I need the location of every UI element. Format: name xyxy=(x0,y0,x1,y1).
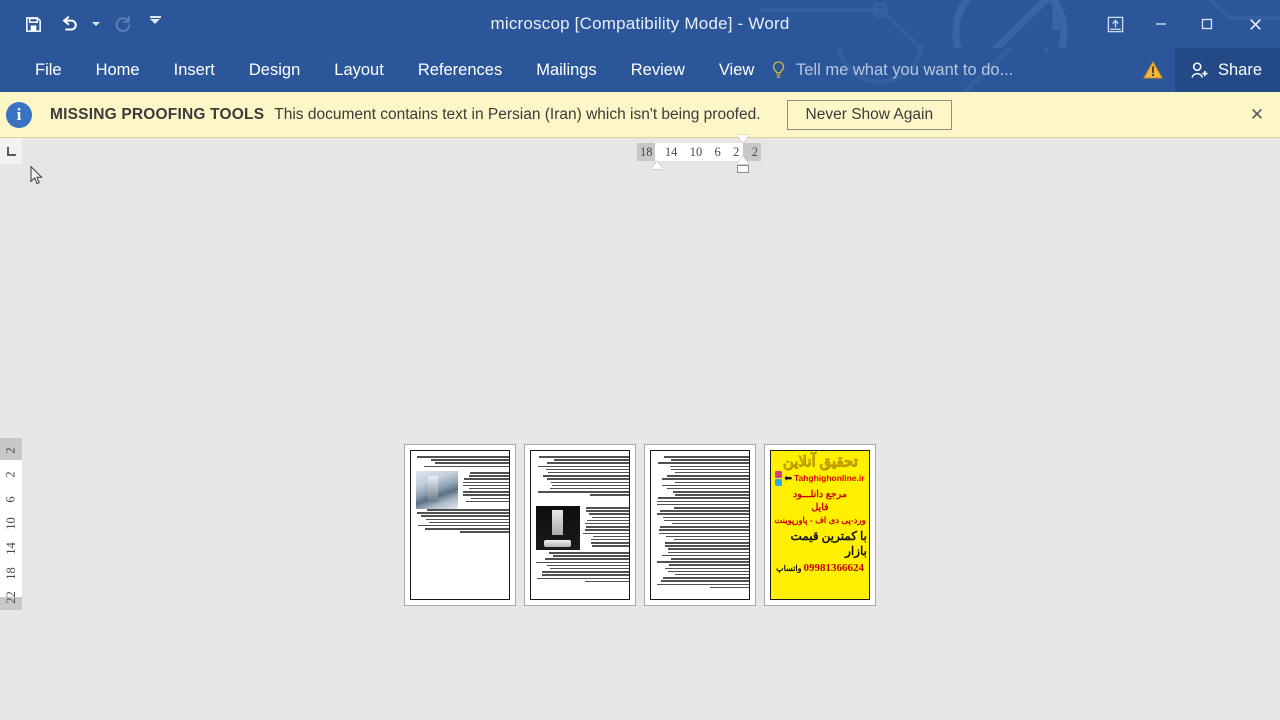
page-2-text-top xyxy=(536,456,630,497)
ad-phone-row: 09981366624 واتساپ xyxy=(776,562,864,574)
ribbon-tab-bar: File Home Insert Design Layout Reference… xyxy=(0,48,1280,92)
close-button[interactable] xyxy=(1230,0,1280,48)
tell-me-box[interactable]: Tell me what you want to do... xyxy=(770,48,1013,92)
tab-stop-selector[interactable] xyxy=(0,138,22,164)
share-button[interactable]: Share xyxy=(1175,48,1280,92)
ad-url: Tahghighonline.ir xyxy=(794,473,865,483)
lightbulb-icon xyxy=(770,60,787,80)
tab-view[interactable]: View xyxy=(702,48,771,92)
window-title: microscop [Compatibility Mode] - Word xyxy=(0,0,1280,48)
page-4-content: تحقیق آنلاین ⬅ Tahghighonline.ir مرجع دا… xyxy=(770,450,870,600)
instagram-icon xyxy=(775,471,782,478)
share-label: Share xyxy=(1218,61,1262,80)
hanging-indent-marker[interactable] xyxy=(737,156,749,164)
first-line-indent-marker[interactable] xyxy=(737,135,749,143)
page-2-text-right xyxy=(583,507,630,548)
page-3-content xyxy=(650,450,750,600)
vertical-ruler-marks: 2 2 6 10 14 18 22 xyxy=(0,438,22,610)
page-3-text xyxy=(656,456,750,590)
tab-layout[interactable]: Layout xyxy=(317,48,401,92)
page-thumbnail-4[interactable]: تحقیق آنلاین ⬅ Tahghighonline.ir مرجع دا… xyxy=(764,444,876,606)
ad-line-4: با کمترین قیمت بازار xyxy=(773,529,867,559)
never-show-again-button[interactable]: Never Show Again xyxy=(787,100,953,130)
tell-me-label: Tell me what you want to do... xyxy=(796,61,1013,80)
page-1-content xyxy=(410,450,510,600)
notification-message: This document contains text in Persian (… xyxy=(274,106,760,124)
missing-proofing-tools-bar: i MISSING PROOFING TOOLS This document c… xyxy=(0,92,1280,138)
tab-mailings[interactable]: Mailings xyxy=(519,48,614,92)
left-tab-icon xyxy=(7,147,16,156)
tab-file[interactable]: File xyxy=(18,48,79,92)
vruler-mark-6: 6 xyxy=(4,496,19,502)
ad-phone-number: 09981366624 xyxy=(803,562,864,574)
notification-title: MISSING PROOFING TOOLS xyxy=(50,106,264,124)
title-bar: microscop [Compatibility Mode] - Word xyxy=(0,0,1280,48)
ad-whatsapp-label: واتساپ xyxy=(776,564,801,573)
ad-line-2: فایل xyxy=(811,502,828,513)
page-1-text-bottom xyxy=(416,509,510,535)
vruler-mark-10: 10 xyxy=(4,518,19,531)
dark-microscope-photo xyxy=(536,506,580,550)
document-pages: تحقیق آنلاین ⬅ Tahghighonline.ir مرجع دا… xyxy=(404,444,876,606)
maximize-button[interactable] xyxy=(1184,0,1230,48)
ad-heading: تحقیق آنلاین xyxy=(782,455,857,471)
ribbon-display-options-icon[interactable] xyxy=(1092,0,1138,48)
page-2-text-bottom xyxy=(536,552,630,584)
vruler-mark-2a: 2 xyxy=(4,447,19,453)
page-1-text-top xyxy=(416,456,510,469)
ad-line-3: ورد-پی دی اف - پاورپوینت xyxy=(774,515,865,526)
page-thumbnail-1[interactable] xyxy=(404,444,516,606)
minimize-button[interactable] xyxy=(1138,0,1184,48)
share-person-icon xyxy=(1189,60,1210,81)
vruler-mark-22: 22 xyxy=(4,591,19,604)
word-window: microscop [Compatibility Mode] - Word Fi… xyxy=(0,0,1280,720)
page-thumbnail-2[interactable] xyxy=(524,444,636,606)
ribbon-right-actions: Share xyxy=(1131,48,1280,92)
warning-icon[interactable] xyxy=(1131,48,1175,92)
ad-social-icons xyxy=(775,471,782,486)
right-indent-box[interactable] xyxy=(737,165,749,173)
ribbon-tabs: File Home Insert Design Layout Reference… xyxy=(18,48,771,92)
page-thumbnail-3[interactable] xyxy=(644,444,756,606)
page-2-content xyxy=(530,450,630,600)
ad-url-row: ⬅ Tahghighonline.ir xyxy=(775,471,864,486)
close-notification-icon[interactable]: ✕ xyxy=(1246,104,1268,126)
page-1-text-right xyxy=(461,472,510,504)
vruler-mark-14: 14 xyxy=(4,542,19,555)
telegram-icon xyxy=(775,479,782,486)
ad-line-1: مرجع دانلـــود xyxy=(793,489,847,500)
horizontal-ruler[interactable]: 18 14 10 6 2 2 xyxy=(637,143,761,161)
left-indent-marker[interactable] xyxy=(651,161,663,169)
advertisement: تحقیق آنلاین ⬅ Tahghighonline.ir مرجع دا… xyxy=(771,451,869,599)
indent-markers xyxy=(637,143,761,177)
vertical-ruler[interactable]: 2 2 6 10 14 18 22 xyxy=(0,438,22,610)
window-controls xyxy=(1092,0,1280,48)
tab-home[interactable]: Home xyxy=(79,48,157,92)
mouse-cursor xyxy=(30,166,43,185)
info-icon: i xyxy=(6,102,32,128)
tab-insert[interactable]: Insert xyxy=(157,48,232,92)
vruler-mark-2b: 2 xyxy=(4,472,19,478)
tab-review[interactable]: Review xyxy=(614,48,702,92)
lab-microscope-photo xyxy=(416,471,458,509)
tab-references[interactable]: References xyxy=(401,48,519,92)
tab-design[interactable]: Design xyxy=(232,48,317,92)
ad-arrow-icon: ⬅ xyxy=(784,473,792,484)
vruler-mark-18: 18 xyxy=(4,567,19,580)
